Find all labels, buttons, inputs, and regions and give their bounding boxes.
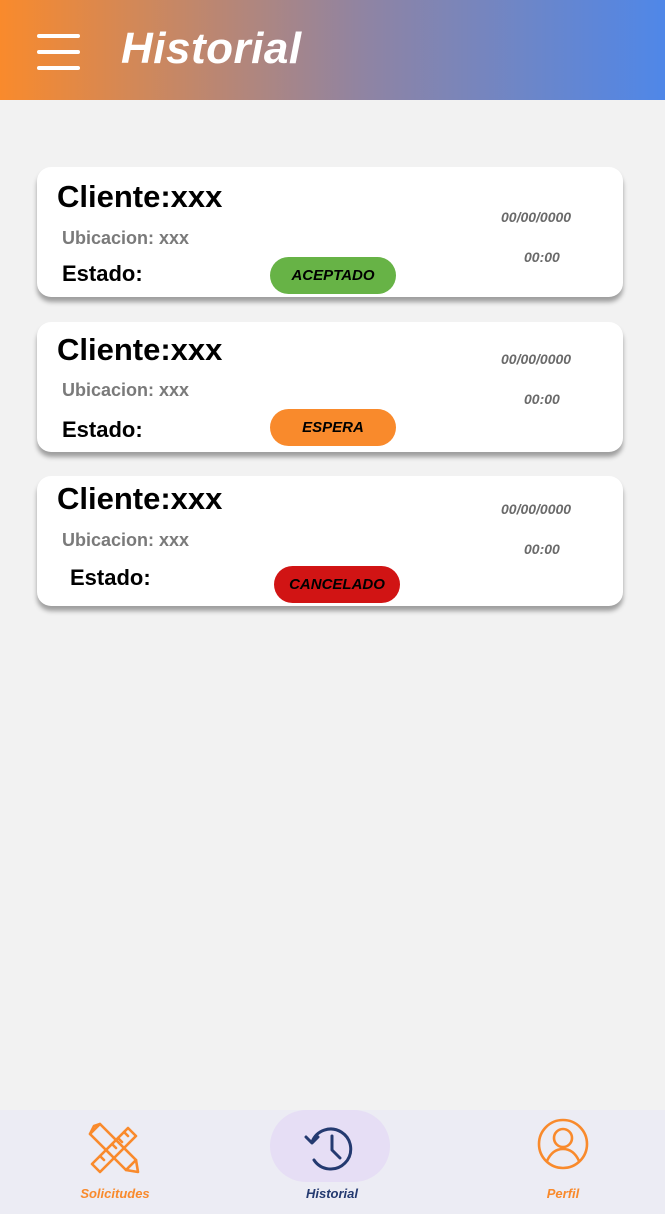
nav-solicitudes-label: Solicitudes	[80, 1186, 150, 1201]
card-state-label: Estado:	[70, 565, 151, 590]
card-location: Ubicacion: xxx	[62, 228, 190, 248]
history-icon	[304, 1127, 353, 1171]
user-circle-icon	[537, 1118, 589, 1170]
nav-perfil[interactable]: Perfil	[513, 1110, 613, 1214]
nav-historial[interactable]: Historial	[282, 1110, 382, 1214]
card-date: 00/00/0000	[501, 351, 572, 367]
card-state-label: Estado:	[62, 261, 143, 286]
nav-perfil-label: Perfil	[546, 1186, 580, 1201]
nav-historial-label: Historial	[305, 1186, 358, 1201]
card-location: Ubicacion: xxx	[62, 530, 190, 550]
card-time: 00:00	[524, 541, 560, 557]
status-badge: ESPERA	[270, 409, 396, 446]
pencil-ruler-icon	[88, 1122, 140, 1174]
card-client: Cliente:xxx	[57, 332, 223, 367]
page-title: Historial	[121, 24, 302, 73]
history-card[interactable]: Cliente:xxx Ubicacion: xxx Estado: CANCE…	[37, 476, 623, 606]
card-location: Ubicacion: xxx	[62, 380, 190, 400]
history-card[interactable]: Cliente:xxx Ubicacion: xxx Estado: ACEPT…	[37, 167, 623, 297]
card-date: 00/00/0000	[501, 501, 572, 517]
menu-icon[interactable]	[37, 34, 81, 70]
status-badge: CANCELADO	[274, 566, 400, 603]
status-badge: ACEPTADO	[270, 257, 396, 294]
app-header: Historial	[0, 0, 665, 100]
card-client: Cliente:xxx	[57, 179, 223, 214]
card-state-label: Estado:	[62, 417, 143, 442]
history-card[interactable]: Cliente:xxx Ubicacion: xxx Estado: ESPER…	[37, 322, 623, 452]
bottom-nav: Solicitudes Historial Perfil	[0, 1110, 665, 1214]
card-date: 00/00/0000	[501, 209, 572, 225]
nav-solicitudes[interactable]: Solicitudes	[65, 1110, 165, 1214]
card-time: 00:00	[524, 249, 560, 265]
card-client: Cliente:xxx	[57, 481, 223, 516]
card-time: 00:00	[524, 391, 560, 407]
